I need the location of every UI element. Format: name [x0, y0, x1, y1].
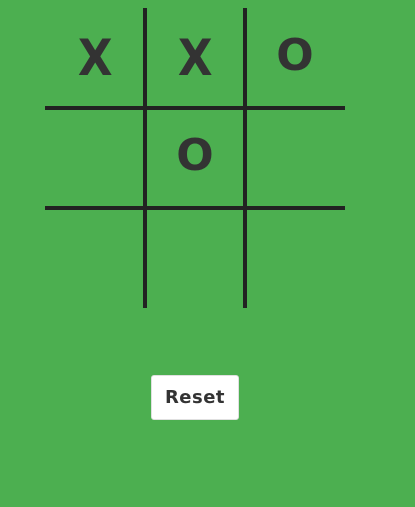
- grid-line-horizontal: [45, 106, 345, 110]
- grid-line-vertical: [143, 8, 147, 308]
- reset-button[interactable]: Reset: [151, 375, 239, 420]
- board-cell-7[interactable]: [45, 208, 145, 308]
- board-cell-6[interactable]: [245, 108, 345, 208]
- board-cell-4[interactable]: [45, 108, 145, 208]
- board-cell-9[interactable]: [245, 208, 345, 308]
- board-cell-3[interactable]: O: [245, 8, 345, 108]
- tic-tac-toe-board: X X O O: [45, 8, 345, 308]
- cell-mark: X: [77, 29, 113, 87]
- board-cell-8[interactable]: [145, 208, 245, 308]
- board-cell-1[interactable]: X: [45, 8, 145, 108]
- cell-mark: O: [176, 130, 214, 181]
- board-cell-5[interactable]: O: [145, 108, 245, 208]
- cell-mark: O: [276, 30, 314, 81]
- board-cell-2[interactable]: X: [145, 8, 245, 108]
- cell-mark: X: [177, 29, 213, 87]
- grid-line-vertical: [243, 8, 247, 308]
- grid-line-horizontal: [45, 206, 345, 210]
